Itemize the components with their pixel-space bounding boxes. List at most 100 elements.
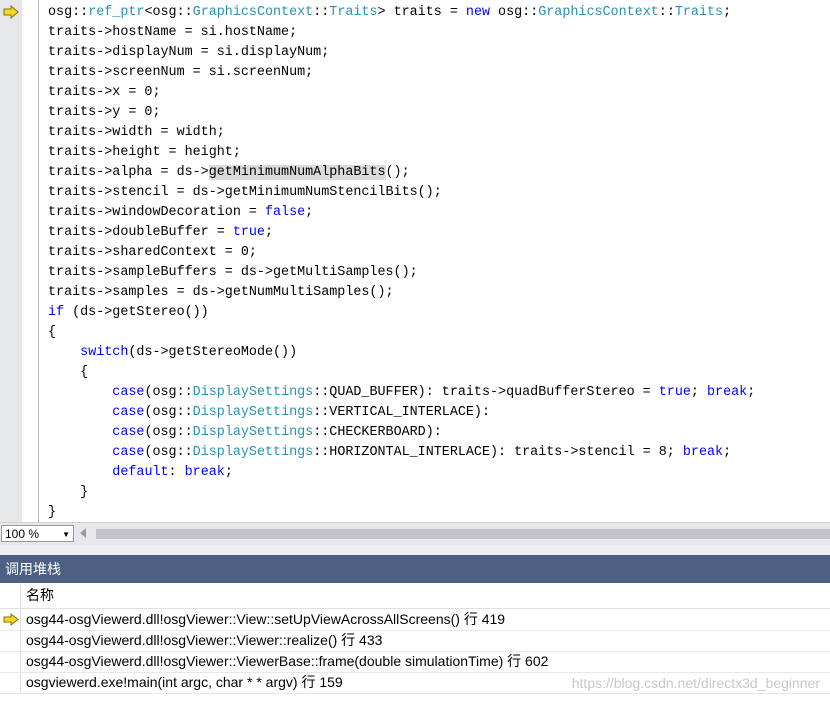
code-line[interactable]: traits->hostName = si.hostName; [48,23,755,43]
type-token: GraphicsContext [192,5,314,20]
code-token: (osg:: [144,445,193,460]
keyword-token: case [112,445,145,460]
code-line[interactable]: } [48,483,755,503]
code-token: traits->x = 0; [48,85,161,100]
type-token: DisplaySettings [192,445,314,460]
code-line[interactable]: case(osg::DisplaySettings::CHECKERBOARD)… [48,423,755,443]
keyword-token: new [465,5,491,20]
type-token: GraphicsContext [538,5,659,20]
code-line[interactable]: traits->displayNum = si.displayNum; [48,43,755,63]
chevron-down-icon: ▼ [62,530,70,539]
code-token: { [48,365,89,380]
code-token: (osg:: [144,405,193,420]
frame-label: osg44-osgViewerd.dll!osgViewer::ViewerBa… [26,653,549,669]
keyword-token: break [682,445,724,460]
code-line[interactable]: if (ds->getStereo()) [48,303,755,323]
code-text[interactable]: osg::ref_ptr<osg::GraphicsContext::Trait… [48,3,755,522]
code-editor[interactable]: osg::ref_ptr<osg::GraphicsContext::Trait… [0,0,830,522]
zoom-dropdown[interactable]: 100 % ▼ [1,525,74,542]
frame-label: osgviewerd.exe!main(int argc, char * * a… [26,674,343,690]
row-gutter [0,651,21,672]
code-line[interactable]: traits->y = 0; [48,103,755,123]
indicator-margin[interactable] [0,0,22,522]
keyword-token: break [707,385,748,400]
code-line[interactable]: traits->screenNum = si.screenNum; [48,63,755,83]
code-token: ; [690,385,707,400]
code-line[interactable]: traits->alpha = ds->getMinimumNumAlphaBi… [48,163,755,183]
code-token: traits->y = 0; [48,105,161,120]
code-token: ; [224,465,233,480]
code-line[interactable]: case(osg::DisplaySettings::HORIZONTAL_IN… [48,443,755,463]
code-token: traits->doubleBuffer = [48,225,233,240]
frame-label: osg44-osgViewerd.dll!osgViewer::Viewer::… [26,632,383,648]
code-line[interactable]: { [48,363,755,383]
code-token: traits->height = height; [48,145,241,160]
code-token: } [48,505,57,520]
column-header-name[interactable]: 名称 [26,583,54,608]
call-stack-row[interactable]: osg44-osgViewerd.dll!osgViewer::View::se… [0,609,830,631]
type-token: Traits [674,5,724,20]
keyword-token: if [48,305,65,320]
code-token: ::VERTICAL_INTERLACE): [313,405,491,420]
code-line[interactable]: traits->doubleBuffer = true; [48,223,755,243]
code-line[interactable]: traits->height = height; [48,143,755,163]
type-token: DisplaySettings [192,425,314,440]
code-token: traits->displayNum = si.displayNum; [48,45,330,60]
code-token: osg:: [490,5,539,20]
keyword-token: switch [80,345,129,360]
keyword-token: default [112,465,169,480]
code-line[interactable]: osg::ref_ptr<osg::GraphicsContext::Trait… [48,3,755,23]
code-token: traits->samples = ds->getNumMultiSamples… [48,285,394,300]
code-token: traits->sampleBuffers = ds->getMultiSamp… [48,265,418,280]
keyword-token: true [658,385,691,400]
type-token: ref_ptr [88,5,145,20]
code-token: ::HORIZONTAL_INTERLACE): traits->stencil… [313,445,683,460]
keyword-token: break [184,465,225,480]
code-token: ; [723,445,732,460]
code-line[interactable]: { [48,323,755,343]
highlighted-token: getMinimumNumAlphaBits [208,165,386,180]
code-line[interactable]: traits->x = 0; [48,83,755,103]
code-line[interactable]: switch(ds->getStereoMode()) [48,343,755,363]
horizontal-scrollbar-thumb[interactable] [96,529,830,539]
code-line[interactable]: traits->sharedContext = 0; [48,243,755,263]
type-token: DisplaySettings [192,405,314,420]
keyword-token: false [264,205,306,220]
code-token: traits->alpha = ds-> [48,165,209,180]
editor-status-bar: 100 % ▼ [0,522,830,545]
code-token: ; [723,5,732,20]
code-line[interactable]: traits->width = width; [48,123,755,143]
panel-splitter[interactable] [0,545,830,555]
code-line[interactable]: traits->samples = ds->getNumMultiSamples… [48,283,755,303]
code-line[interactable]: traits->stencil = ds->getMinimumNumStenc… [48,183,755,203]
watermark: https://blog.csdn.net/directx3d_beginner [571,675,820,691]
code-line[interactable]: traits->windowDecoration = false; [48,203,755,223]
code-line[interactable]: } [48,503,755,522]
keyword-token: case [112,405,145,420]
code-token: :: [658,5,675,20]
scroll-left-icon[interactable] [80,528,86,538]
code-line[interactable]: case(osg::DisplaySettings::QUAD_BUFFER):… [48,383,755,403]
current-frame-arrow-icon [3,613,19,626]
code-line[interactable]: default: break; [48,463,755,483]
call-stack-row[interactable]: osg44-osgViewerd.dll!osgViewer::Viewer::… [0,630,830,652]
code-token: (ds->getStereo()) [64,305,209,320]
code-token: traits->width = width; [48,125,225,140]
code-line[interactable]: traits->sampleBuffers = ds->getMultiSamp… [48,263,755,283]
zoom-value: 100 % [5,527,40,541]
row-gutter [0,630,21,651]
code-line[interactable]: case(osg::DisplaySettings::VERTICAL_INTE… [48,403,755,423]
code-token: : [168,465,185,480]
call-stack-row[interactable]: osg44-osgViewerd.dll!osgViewer::ViewerBa… [0,651,830,673]
code-token: osg:: [48,5,89,20]
code-token: ::CHECKERBOARD): [313,425,442,440]
code-token: traits->stencil = ds->getMinimumNumStenc… [48,185,442,200]
call-stack-title: 调用堆栈 [0,555,830,583]
keyword-token: true [232,225,265,240]
code-token: ::QUAD_BUFFER): traits->quadBufferStereo… [313,385,659,400]
